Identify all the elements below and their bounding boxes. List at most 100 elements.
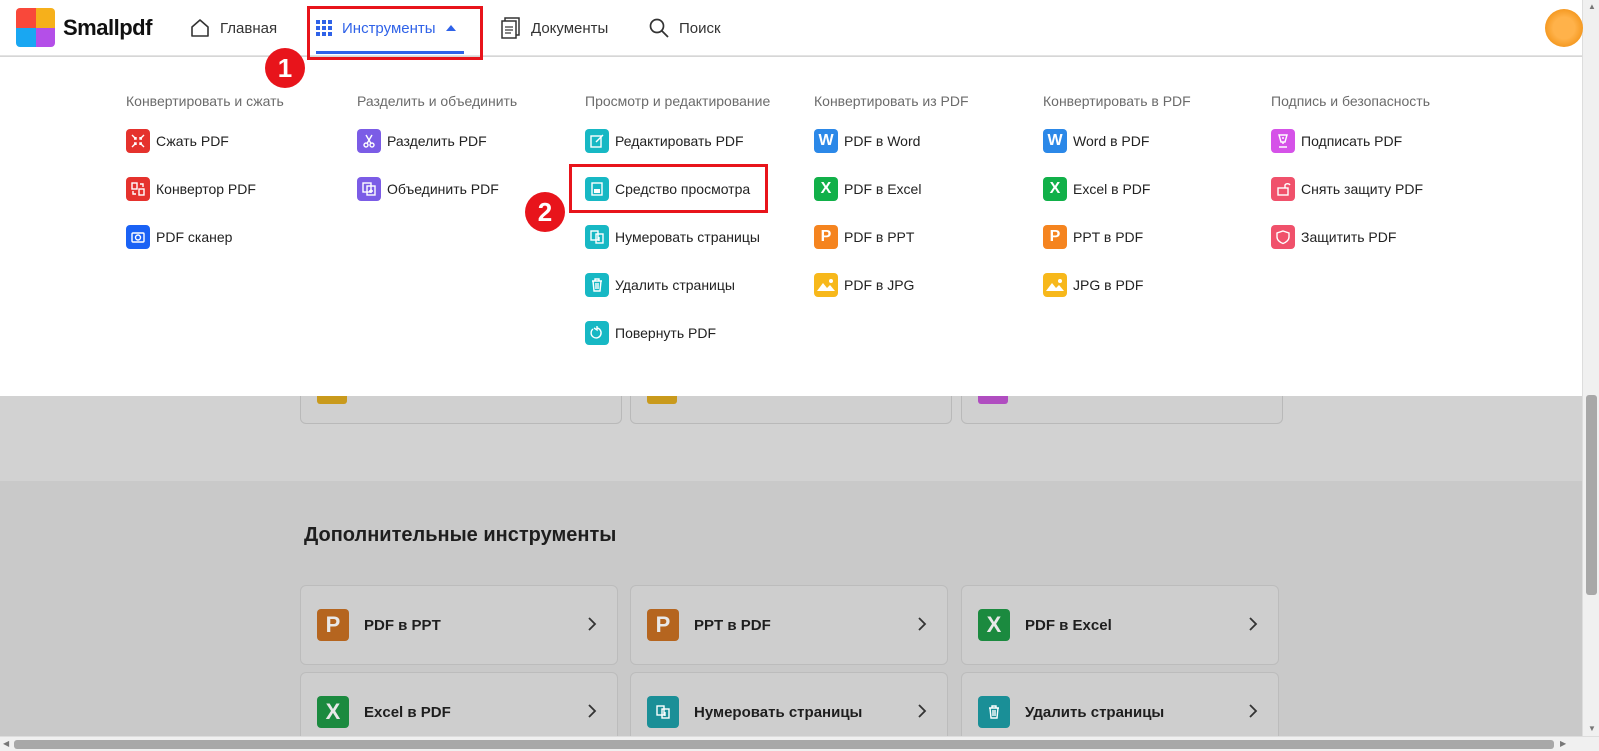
ppt-icon: P [1043, 225, 1067, 249]
tools-dropdown-menu: Конвертировать и сжать Сжать PDF Конвертор… [0, 57, 1582, 396]
scroll-up-icon[interactable]: ▲ [1588, 2, 1596, 11]
scroll-right-icon[interactable]: ▶ [1560, 739, 1566, 748]
page-content-overlay: Дополнительные инструменты P PDF в PPT P PP… [0, 396, 1582, 751]
excel-icon: X [814, 177, 838, 201]
nav-documents[interactable]: Документы [501, 0, 608, 56]
menu-column: Конвертировать и сжать Сжать PDF Конвертор… [126, 93, 346, 273]
menu-item[interactable]: Нумеровать страницы [585, 225, 805, 249]
sign-icon [1271, 129, 1295, 153]
horizontal-scrollbar[interactable]: ◀ ▶ [0, 736, 1599, 751]
menu-item[interactable]: P PDF в PPT [814, 225, 1034, 249]
page-numbers-icon [585, 225, 609, 249]
menu-item[interactable]: X Excel в PDF [1043, 177, 1263, 201]
menu-item-label: PDF в Word [844, 133, 921, 149]
tool-card-label: PDF в Excel [1025, 616, 1112, 634]
menu-item-label: Снять защиту PDF [1301, 181, 1424, 197]
menu-item[interactable]: Повернуть PDF [585, 321, 805, 345]
menu-item[interactable]: Защитить PDF [1271, 225, 1491, 249]
tool-card-label: PDF в PPT [364, 616, 441, 634]
tool-card-icon [647, 396, 677, 404]
menu-item-label: Нумеровать страницы [615, 229, 760, 245]
menu-item[interactable]: Разделить PDF [357, 129, 577, 153]
menu-item[interactable]: PDF сканер [126, 225, 346, 249]
vertical-scrollbar[interactable]: ▲ ▼ [1582, 0, 1599, 736]
jpg-icon [1043, 273, 1067, 297]
menu-item[interactable]: Сжать PDF [126, 129, 346, 153]
scissors-icon [357, 129, 381, 153]
menu-item-label: PDF в Excel [844, 181, 922, 197]
menu-item-label: Подписать PDF [1301, 133, 1403, 149]
excel-icon: X [978, 609, 1010, 641]
menu-column-title: Конвертировать и сжать [126, 93, 284, 109]
chevron-right-icon [917, 615, 927, 636]
excel-icon: X [1043, 177, 1067, 201]
annotation-box-2 [569, 164, 768, 213]
tool-card-icon [978, 396, 1008, 404]
menu-item[interactable]: JPG в PDF [1043, 273, 1263, 297]
menu-column: Просмотр и редактирование Редактировать P… [585, 93, 805, 369]
annotation-number-1: 1 [265, 48, 305, 88]
menu-item[interactable]: Снять защиту PDF [1271, 177, 1491, 201]
scroll-down-icon[interactable]: ▼ [1588, 724, 1596, 733]
menu-column-title: Разделить и объединить [357, 93, 518, 109]
tool-card-partial[interactable] [630, 396, 952, 424]
chevron-right-icon [917, 702, 927, 723]
rotate-icon [585, 321, 609, 345]
horizontal-scroll-thumb[interactable] [14, 740, 1554, 749]
menu-item[interactable]: Удалить страницы [585, 273, 805, 297]
menu-column: Конвертировать в PDF W Word в PDF X Excel в … [1043, 93, 1263, 321]
menu-item[interactable]: P PPT в PDF [1043, 225, 1263, 249]
vertical-scroll-thumb[interactable] [1586, 395, 1597, 595]
convert-icon [126, 177, 150, 201]
menu-item[interactable]: Подписать PDF [1271, 129, 1491, 153]
menu-item[interactable]: W Word в PDF [1043, 129, 1263, 153]
menu-item[interactable]: X PDF в Excel [814, 177, 1034, 201]
menu-column: Подпись и безопасность Подписать PDF Снять… [1271, 93, 1491, 273]
tool-card-label: Excel в PDF [364, 703, 451, 721]
menu-item-label: PDF сканер [156, 229, 233, 245]
nav-search[interactable]: Поиск [649, 0, 721, 56]
annotation-number-2: 2 [525, 192, 565, 232]
merge-icon [357, 177, 381, 201]
ppt-icon: P [317, 609, 349, 641]
menu-item[interactable]: Конвертор PDF [126, 177, 346, 201]
menu-item[interactable]: PDF в JPG [814, 273, 1034, 297]
nav-search-label: Поиск [679, 19, 721, 37]
menu-item-label: JPG в PDF [1073, 277, 1144, 293]
menu-item-label: Сжать PDF [156, 133, 229, 149]
smallpdf-logo[interactable]: Smallpdf [16, 8, 152, 47]
word-icon: W [1043, 129, 1067, 153]
menu-item-label: Excel в PDF [1073, 181, 1151, 197]
ppt-icon: P [647, 609, 679, 641]
camera-icon [126, 225, 150, 249]
menu-item-label: Удалить страницы [615, 277, 735, 293]
chevron-right-icon [1248, 702, 1258, 723]
tool-card[interactable]: P PPT в PDF [630, 585, 948, 665]
menu-item-label: PDF в PPT [844, 229, 915, 245]
word-icon: W [814, 129, 838, 153]
tool-card-label: PPT в PDF [694, 616, 771, 634]
scroll-left-icon[interactable]: ◀ [3, 739, 9, 748]
nav-home[interactable]: Главная [190, 0, 277, 56]
menu-item-label: Повернуть PDF [615, 325, 717, 341]
tool-card-partial[interactable] [300, 396, 622, 424]
excel-icon: X [317, 696, 349, 728]
menu-column: Конвертировать из PDF W PDF в Word X PDF в E… [814, 93, 1034, 321]
section-title: Дополнительные инструменты [304, 524, 617, 546]
menu-item[interactable]: Редактировать PDF [585, 129, 805, 153]
logo-icon [16, 8, 55, 47]
annotation-box-1 [307, 6, 483, 60]
edit-icon [585, 129, 609, 153]
ppt-icon: P [814, 225, 838, 249]
page-numbers-icon [647, 696, 679, 728]
tool-card-label: Удалить страницы [1025, 703, 1165, 721]
tool-card-partial[interactable] [961, 396, 1283, 424]
tool-card[interactable]: P PDF в PPT [300, 585, 618, 665]
menu-item-label: Word в PDF [1073, 133, 1150, 149]
menu-item-label: Редактировать PDF [615, 133, 744, 149]
logo-text: Smallpdf [63, 14, 152, 40]
menu-item[interactable]: W PDF в Word [814, 129, 1034, 153]
user-avatar[interactable] [1545, 9, 1583, 47]
nav-documents-label: Документы [531, 19, 609, 37]
tool-card[interactable]: X PDF в Excel [961, 585, 1279, 665]
